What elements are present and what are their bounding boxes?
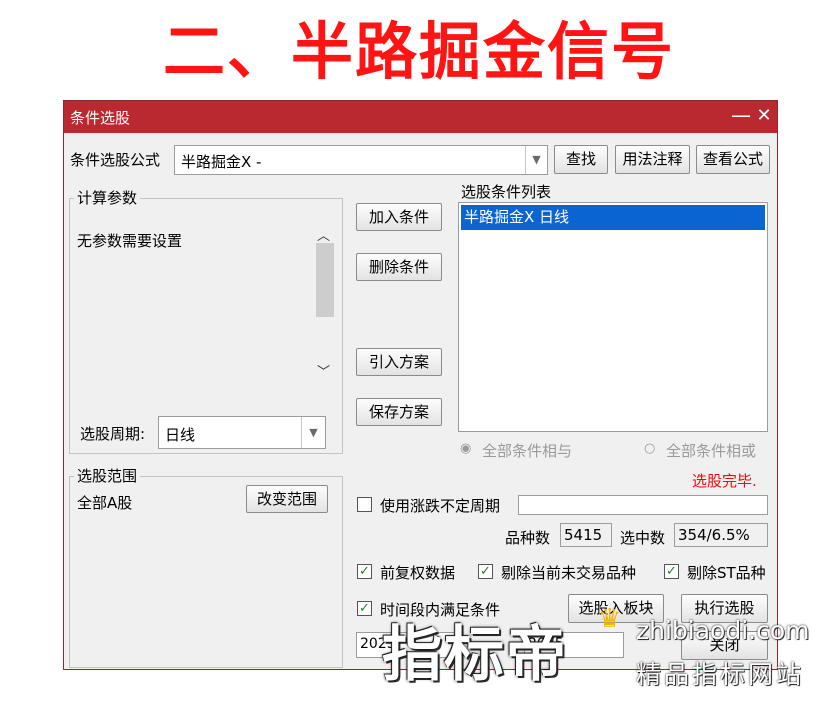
conditions-list-title: 选股条件列表 [461,183,552,201]
scroll-thumb[interactable] [316,243,334,317]
radio-and[interactable]: ◉ [460,441,471,456]
close-icon[interactable]: ✕ [754,102,774,130]
view-formula-button[interactable]: 查看公式 [696,145,770,174]
selected-value: 354/6.5% [678,526,750,544]
radio-or-label: 全部条件相或 [666,442,757,460]
count-value: 5415 [564,526,603,544]
formula-dropdown[interactable]: 半路掘金X - ▼ [174,145,548,175]
remove-untraded-checkbox[interactable]: ✓ [478,564,493,579]
count-label: 品种数 [505,529,551,547]
formula-label: 条件选股公式 [70,151,161,169]
find-button[interactable]: 查找 [554,145,608,174]
scroll-down-icon[interactable]: ﹀ [317,361,330,380]
watermark-logo: 指标帝 [382,620,568,690]
chevron-down-icon[interactable]: ▼ [525,146,547,174]
save-scheme-button[interactable]: 保存方案 [356,398,442,426]
count-field: 5415 [560,523,612,547]
variable-period-label: 使用涨跌不定周期 [380,497,501,515]
minimize-icon[interactable]: — [731,102,751,130]
watermark-url: zhibiaodi.com [636,616,810,645]
params-text: 无参数需要设置 [77,232,183,250]
params-group-title: 计算参数 [74,187,141,208]
variable-period-checkbox[interactable] [357,497,372,512]
conditions-list[interactable]: 半路掘金X 日线 [458,202,768,432]
crown-icon: ♛ [598,604,622,634]
list-item[interactable]: 半路掘金X 日线 [461,205,765,230]
radio-or[interactable]: ○ [644,441,655,456]
period-label: 选股周期: [80,425,146,443]
formula-value: 半路掘金X - [181,153,262,171]
condition-select-window: 条件选股 — ✕ 条件选股公式 半路掘金X - ▼ 查找 用法注释 查看公式 计… [63,100,778,670]
delete-condition-button[interactable]: 删除条件 [356,253,442,281]
range-value: 全部A股 [77,494,133,512]
pre-adjust-checkbox[interactable]: ✓ [357,564,372,579]
period-dropdown[interactable]: 日线 ▼ [158,416,326,449]
selected-label: 选中数 [620,529,666,547]
radio-and-label: 全部条件相与 [482,442,573,460]
time-range-checkbox[interactable]: ✓ [357,601,372,616]
title-bar: 条件选股 — ✕ [64,101,777,133]
change-range-button[interactable]: 改变范围 [246,485,328,513]
variable-period-input[interactable] [518,495,768,515]
status-text: 选股完毕. [692,472,757,490]
range-group-title: 选股范围 [74,465,141,486]
selected-field: 354/6.5% [674,523,768,547]
usage-notes-button[interactable]: 用法注释 [615,145,690,174]
window-title: 条件选股 [70,109,131,127]
watermark-subtitle: 精品指标网站 [636,660,805,689]
pre-adjust-label: 前复权数据 [380,564,456,582]
chevron-down-icon[interactable]: ▼ [301,417,325,448]
remove-untraded-label: 剔除当前未交易品种 [501,564,637,582]
add-condition-button[interactable]: 加入条件 [356,203,442,231]
period-value: 日线 [165,426,196,444]
scroll-up-icon[interactable]: ︿ [317,225,330,244]
banner-title: 二、半路掘金信号 [162,15,675,88]
remove-st-checkbox[interactable]: ✓ [664,564,679,579]
remove-st-label: 剔除ST品种 [687,564,766,582]
import-scheme-button[interactable]: 引入方案 [356,348,442,376]
params-scrollbar[interactable]: ︿ ﹀ [314,221,336,383]
